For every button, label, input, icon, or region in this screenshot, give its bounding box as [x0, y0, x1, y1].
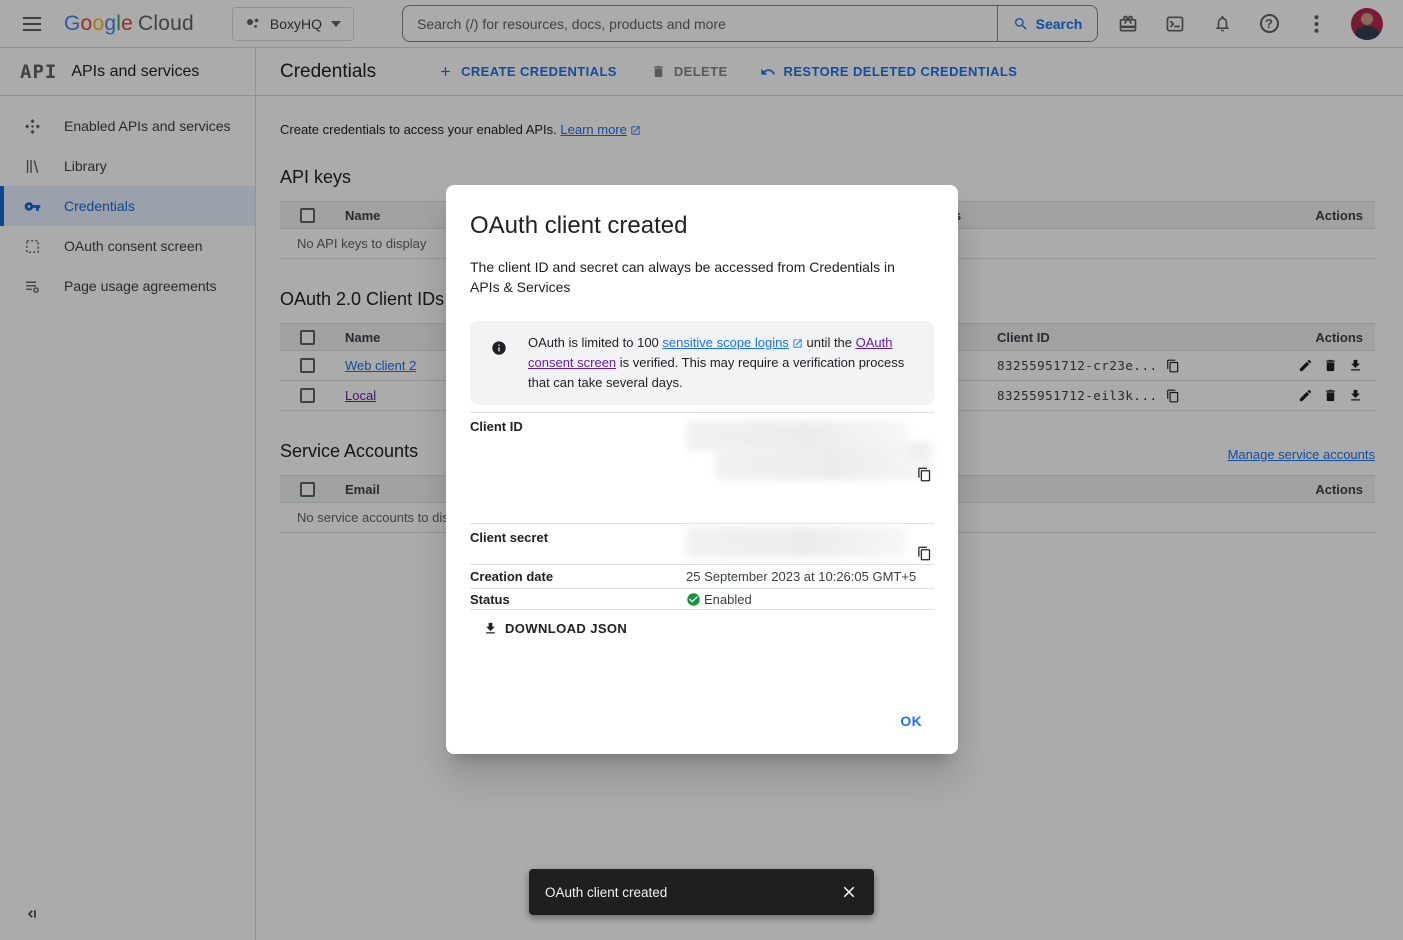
copy-client-secret-icon[interactable]: [917, 546, 932, 561]
notice-part: until the: [803, 335, 856, 350]
redacted-value: [716, 446, 933, 480]
client-id-row: Client ID: [470, 412, 934, 487]
notice-part: OAuth is limited to 100: [528, 335, 662, 350]
creation-date-row: Creation date 25 September 2023 at 10:26…: [470, 564, 934, 588]
sensitive-scope-logins-link[interactable]: sensitive scope logins: [662, 335, 788, 350]
redacted-value: [908, 442, 934, 458]
ok-button[interactable]: OK: [888, 705, 934, 737]
snackbar-toast: OAuth client created: [529, 869, 874, 915]
client-secret-label: Client secret: [470, 524, 686, 564]
verification-notice: OAuth is limited to 100 sensitive scope …: [470, 321, 934, 405]
download-icon: [483, 621, 498, 636]
download-json-button[interactable]: DOWNLOAD JSON: [483, 621, 627, 636]
external-link-icon: [792, 338, 803, 349]
dialog-subtitle: The client ID and secret can always be a…: [470, 257, 910, 297]
copy-client-id-icon[interactable]: [917, 467, 932, 482]
row-spacer: [470, 487, 934, 523]
creation-date-value: 25 September 2023 at 10:26:05 GMT+5: [686, 569, 934, 584]
download-json-label: DOWNLOAD JSON: [505, 621, 627, 636]
check-circle-icon: [686, 592, 701, 607]
status-badge: Enabled: [704, 592, 752, 607]
status-label: Status: [470, 592, 686, 607]
oauth-client-created-dialog: OAuth client created The client ID and s…: [446, 185, 958, 754]
info-icon: [491, 340, 507, 356]
dialog-title: OAuth client created: [470, 212, 934, 240]
client-details: Client ID Client secret Creation date 25…: [470, 412, 934, 610]
creation-date-label: Creation date: [470, 569, 686, 584]
status-row: Status Enabled: [470, 588, 934, 610]
notice-text: OAuth is limited to 100 sensitive scope …: [528, 333, 920, 393]
redacted-value: [686, 527, 906, 557]
client-secret-row: Client secret: [470, 523, 934, 564]
client-id-label: Client ID: [470, 413, 686, 487]
toast-message: OAuth client created: [545, 885, 667, 900]
close-icon[interactable]: [840, 883, 858, 901]
